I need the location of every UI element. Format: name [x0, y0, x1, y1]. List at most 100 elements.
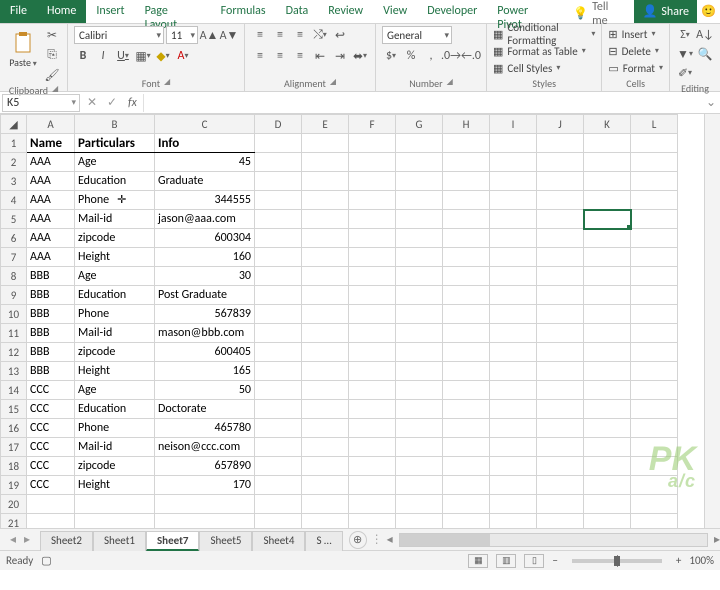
cell-H6[interactable] [443, 229, 490, 248]
row-header-18[interactable]: 18 [1, 457, 27, 476]
cell-J17[interactable] [537, 438, 584, 457]
cell-J1[interactable] [537, 134, 584, 153]
row-header-11[interactable]: 11 [1, 324, 27, 343]
cell-D16[interactable] [255, 419, 302, 438]
cell-D1[interactable] [255, 134, 302, 153]
row-header-8[interactable]: 8 [1, 267, 27, 286]
cell-I4[interactable] [490, 191, 537, 210]
copy-button[interactable]: ⎘ [43, 46, 61, 64]
cell-A12[interactable]: BBB [27, 343, 75, 362]
cell-K2[interactable] [584, 153, 631, 172]
cell-B14[interactable]: Age [75, 381, 155, 400]
col-header-C[interactable]: C [155, 115, 255, 134]
cell-E9[interactable] [302, 286, 349, 305]
cell-G17[interactable] [396, 438, 443, 457]
cell-I12[interactable] [490, 343, 537, 362]
row-header-9[interactable]: 9 [1, 286, 27, 305]
cell-B1[interactable]: Particulars [75, 134, 155, 153]
cell-L11[interactable] [631, 324, 678, 343]
cell-G12[interactable] [396, 343, 443, 362]
row-header-14[interactable]: 14 [1, 381, 27, 400]
cell-G21[interactable] [396, 514, 443, 529]
cell-E6[interactable] [302, 229, 349, 248]
col-header-J[interactable]: J [537, 115, 584, 134]
spreadsheet-grid[interactable]: ◢ABCDEFGHIJKL1NameParticularsInfo2AAAAge… [0, 114, 720, 528]
normal-view-button[interactable]: ▦ [468, 554, 488, 568]
cell-C15[interactable]: Doctorate [155, 400, 255, 419]
font-dialog-icon[interactable]: ◢ [164, 77, 170, 90]
cell-H5[interactable] [443, 210, 490, 229]
cell-B18[interactable]: zipcode [75, 457, 155, 476]
cell-C14[interactable]: 50 [155, 381, 255, 400]
name-box[interactable]: K5 [2, 94, 80, 112]
cell-J8[interactable] [537, 267, 584, 286]
cell-K13[interactable] [584, 362, 631, 381]
tab-file[interactable]: File [0, 0, 37, 23]
row-header-1[interactable]: 1 [1, 134, 27, 153]
cell-H3[interactable] [443, 172, 490, 191]
cell-L2[interactable] [631, 153, 678, 172]
cell-K1[interactable] [584, 134, 631, 153]
cell-I21[interactable] [490, 514, 537, 529]
cell-A11[interactable]: BBB [27, 324, 75, 343]
cell-C16[interactable]: 465780 [155, 419, 255, 438]
cell-L5[interactable] [631, 210, 678, 229]
cell-B19[interactable]: Height [75, 476, 155, 495]
cell-C1[interactable]: Info [155, 134, 255, 153]
cell-A2[interactable]: AAA [27, 153, 75, 172]
cell-F19[interactable] [349, 476, 396, 495]
cell-K14[interactable] [584, 381, 631, 400]
merge-button[interactable]: ⬌ [351, 47, 369, 65]
cell-F15[interactable] [349, 400, 396, 419]
cell-H16[interactable] [443, 419, 490, 438]
cell-K18[interactable] [584, 457, 631, 476]
cell-H18[interactable] [443, 457, 490, 476]
cell-D10[interactable] [255, 305, 302, 324]
cell-H20[interactable] [443, 495, 490, 514]
cell-H11[interactable] [443, 324, 490, 343]
cell-H7[interactable] [443, 248, 490, 267]
accounting-format-button[interactable]: $ [382, 47, 400, 65]
cell-A3[interactable]: AAA [27, 172, 75, 191]
cell-G4[interactable] [396, 191, 443, 210]
cell-L15[interactable] [631, 400, 678, 419]
format-painter-button[interactable]: 🖌 [43, 66, 61, 84]
cell-B2[interactable]: Age [75, 153, 155, 172]
cell-B16[interactable]: Phone [75, 419, 155, 438]
zoom-slider[interactable] [572, 559, 662, 563]
cell-G18[interactable] [396, 457, 443, 476]
cell-A21[interactable] [27, 514, 75, 529]
tab-developer[interactable]: Developer [417, 0, 487, 23]
cell-G19[interactable] [396, 476, 443, 495]
number-dialog-icon[interactable]: ◢ [447, 77, 453, 90]
col-header-B[interactable]: B [75, 115, 155, 134]
cell-B11[interactable]: Mail-id [75, 324, 155, 343]
row-header-13[interactable]: 13 [1, 362, 27, 381]
alignment-dialog-icon[interactable]: ◢ [330, 77, 336, 90]
cell-E10[interactable] [302, 305, 349, 324]
cell-D19[interactable] [255, 476, 302, 495]
hscroll-left-icon[interactable]: ◂ [387, 532, 393, 547]
cell-C21[interactable] [155, 514, 255, 529]
row-header-5[interactable]: 5 [1, 210, 27, 229]
cell-E18[interactable] [302, 457, 349, 476]
cell-F21[interactable] [349, 514, 396, 529]
cell-D5[interactable] [255, 210, 302, 229]
horizontal-scrollbar[interactable] [399, 533, 708, 547]
col-header-A[interactable]: A [27, 115, 75, 134]
sheet-tab-S …[interactable]: S … [305, 531, 342, 551]
insert-cells-button[interactable]: ⊞Insert [608, 26, 655, 42]
cell-D14[interactable] [255, 381, 302, 400]
cell-L21[interactable] [631, 514, 678, 529]
cell-G10[interactable] [396, 305, 443, 324]
cell-K6[interactable] [584, 229, 631, 248]
cell-E20[interactable] [302, 495, 349, 514]
cell-F9[interactable] [349, 286, 396, 305]
decrease-decimal-button[interactable]: ←.0 [462, 47, 480, 65]
cell-J20[interactable] [537, 495, 584, 514]
cell-J21[interactable] [537, 514, 584, 529]
cell-G20[interactable] [396, 495, 443, 514]
cell-G14[interactable] [396, 381, 443, 400]
col-header-I[interactable]: I [490, 115, 537, 134]
cell-G6[interactable] [396, 229, 443, 248]
